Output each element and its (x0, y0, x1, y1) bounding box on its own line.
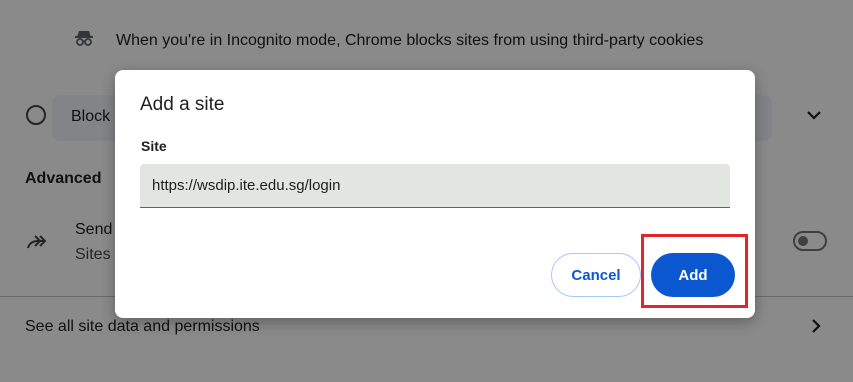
cancel-button[interactable]: Cancel (551, 253, 641, 297)
highlight-box (641, 234, 748, 308)
site-label: Site (141, 138, 167, 154)
site-input[interactable] (140, 164, 730, 208)
dialog-title: Add a site (140, 94, 225, 115)
